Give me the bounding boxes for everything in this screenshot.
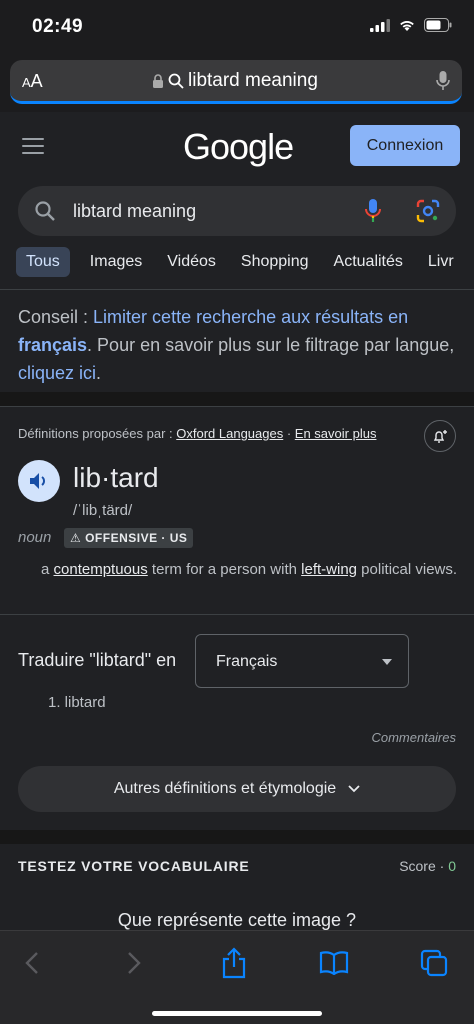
tabs-button[interactable] — [414, 945, 454, 981]
share-icon — [222, 947, 246, 979]
microphone-icon[interactable] — [436, 70, 450, 92]
learn-more-link[interactable]: En savoir plus — [295, 426, 377, 441]
url-display[interactable]: libtard meaning — [152, 70, 318, 92]
search-icon[interactable] — [34, 200, 56, 222]
language-select[interactable]: Français — [195, 634, 409, 688]
search-input[interactable]: libtard meaning — [18, 186, 456, 236]
subscribe-alert-button[interactable] — [424, 420, 456, 452]
tabs-icon — [420, 949, 448, 977]
more-definitions-button[interactable]: Autres définitions et étymologie — [18, 766, 456, 812]
safari-address-area: AA libtard meaning — [0, 56, 474, 112]
google-logo[interactable]: Google — [183, 126, 294, 168]
vocab-question: Que représente cette image ? — [117, 910, 357, 930]
bookmarks-button[interactable] — [314, 945, 354, 981]
pronunciation-button[interactable] — [18, 460, 60, 502]
chevron-down-icon — [348, 785, 360, 793]
status-icons — [370, 18, 452, 32]
section-gap — [0, 392, 474, 406]
tab-news[interactable]: Actualités — [322, 247, 415, 277]
tab-shopping[interactable]: Shopping — [229, 247, 321, 277]
left-wing-link[interactable]: left-wing — [301, 561, 357, 578]
speaker-icon — [30, 473, 45, 489]
tip-middle: . Pour en savoir plus sur le filtrage pa… — [87, 335, 455, 355]
home-indicator — [152, 1011, 322, 1016]
voice-search-icon[interactable] — [364, 198, 382, 224]
sign-in-button[interactable]: Connexion — [350, 125, 460, 166]
status-bar: 02:49 — [0, 0, 474, 56]
feedback-link[interactable]: Commentaires — [371, 730, 456, 745]
definition-text: a contemptuous term for a person with le… — [41, 561, 458, 578]
phonetic: /ˈlibˌtärd/ — [73, 502, 133, 519]
language-tip: Conseil : Limiter cette recherche aux ré… — [18, 307, 455, 383]
battery-icon — [424, 18, 452, 32]
headword: lib·tard — [73, 462, 159, 493]
reader-options-button[interactable]: AA — [22, 71, 43, 92]
more-definitions-label: Autres définitions et étymologie — [113, 780, 337, 797]
vocab-score: Score · 0 — [399, 858, 456, 874]
tab-videos[interactable]: Vidéos — [155, 247, 228, 277]
vocab-title: TESTEZ VOTRE VOCABULAIRE — [18, 858, 250, 874]
language-value: Français — [216, 653, 278, 670]
tab-images[interactable]: Images — [78, 247, 154, 277]
section-gap — [0, 830, 474, 844]
translation-item: 1. libtard — [48, 694, 106, 711]
contemptuous-link[interactable]: contemptuous — [54, 561, 148, 578]
share-button[interactable] — [214, 945, 254, 981]
status-time: 02:49 — [32, 16, 84, 37]
divider — [0, 289, 474, 290]
bell-plus-icon — [433, 430, 447, 443]
back-button[interactable] — [12, 945, 52, 981]
divider — [0, 614, 474, 615]
definition-source: Définitions proposées par : Oxford Langu… — [18, 426, 377, 441]
google-header: Google Connexion — [0, 112, 474, 180]
score-value: 0 — [448, 858, 456, 874]
chevron-right-icon — [128, 952, 141, 974]
safari-toolbar — [0, 930, 474, 1024]
dropdown-arrow-icon — [382, 659, 392, 665]
google-lens-icon[interactable] — [416, 199, 440, 223]
search-tabs: Tous Images Vidéos Shopping Actualités L… — [16, 247, 467, 277]
tip-prefix: Conseil : — [18, 307, 94, 327]
search-query: libtard meaning — [73, 201, 197, 221]
tab-books[interactable]: Livr — [416, 247, 466, 277]
signal-icon — [370, 18, 390, 32]
tab-all[interactable]: Tous — [16, 247, 70, 277]
part-of-speech: noun — [18, 529, 52, 546]
chevron-left-icon — [25, 952, 38, 974]
address-bar[interactable]: AA libtard meaning — [10, 60, 462, 104]
book-icon — [319, 951, 349, 975]
offensive-badge: ⚠ OFFENSIVE · US — [64, 528, 194, 548]
divider — [0, 406, 474, 407]
url-text: libtard meaning — [188, 70, 318, 91]
click-here-link[interactable]: cliquez ici — [18, 363, 96, 383]
search-icon — [168, 73, 184, 89]
wifi-icon — [400, 20, 414, 31]
oxford-languages-link[interactable]: Oxford Languages — [176, 426, 283, 441]
lock-icon — [153, 73, 163, 88]
translate-label: Traduire "libtard" en — [18, 650, 177, 670]
menu-icon[interactable] — [22, 138, 44, 159]
forward-button[interactable] — [114, 945, 154, 981]
